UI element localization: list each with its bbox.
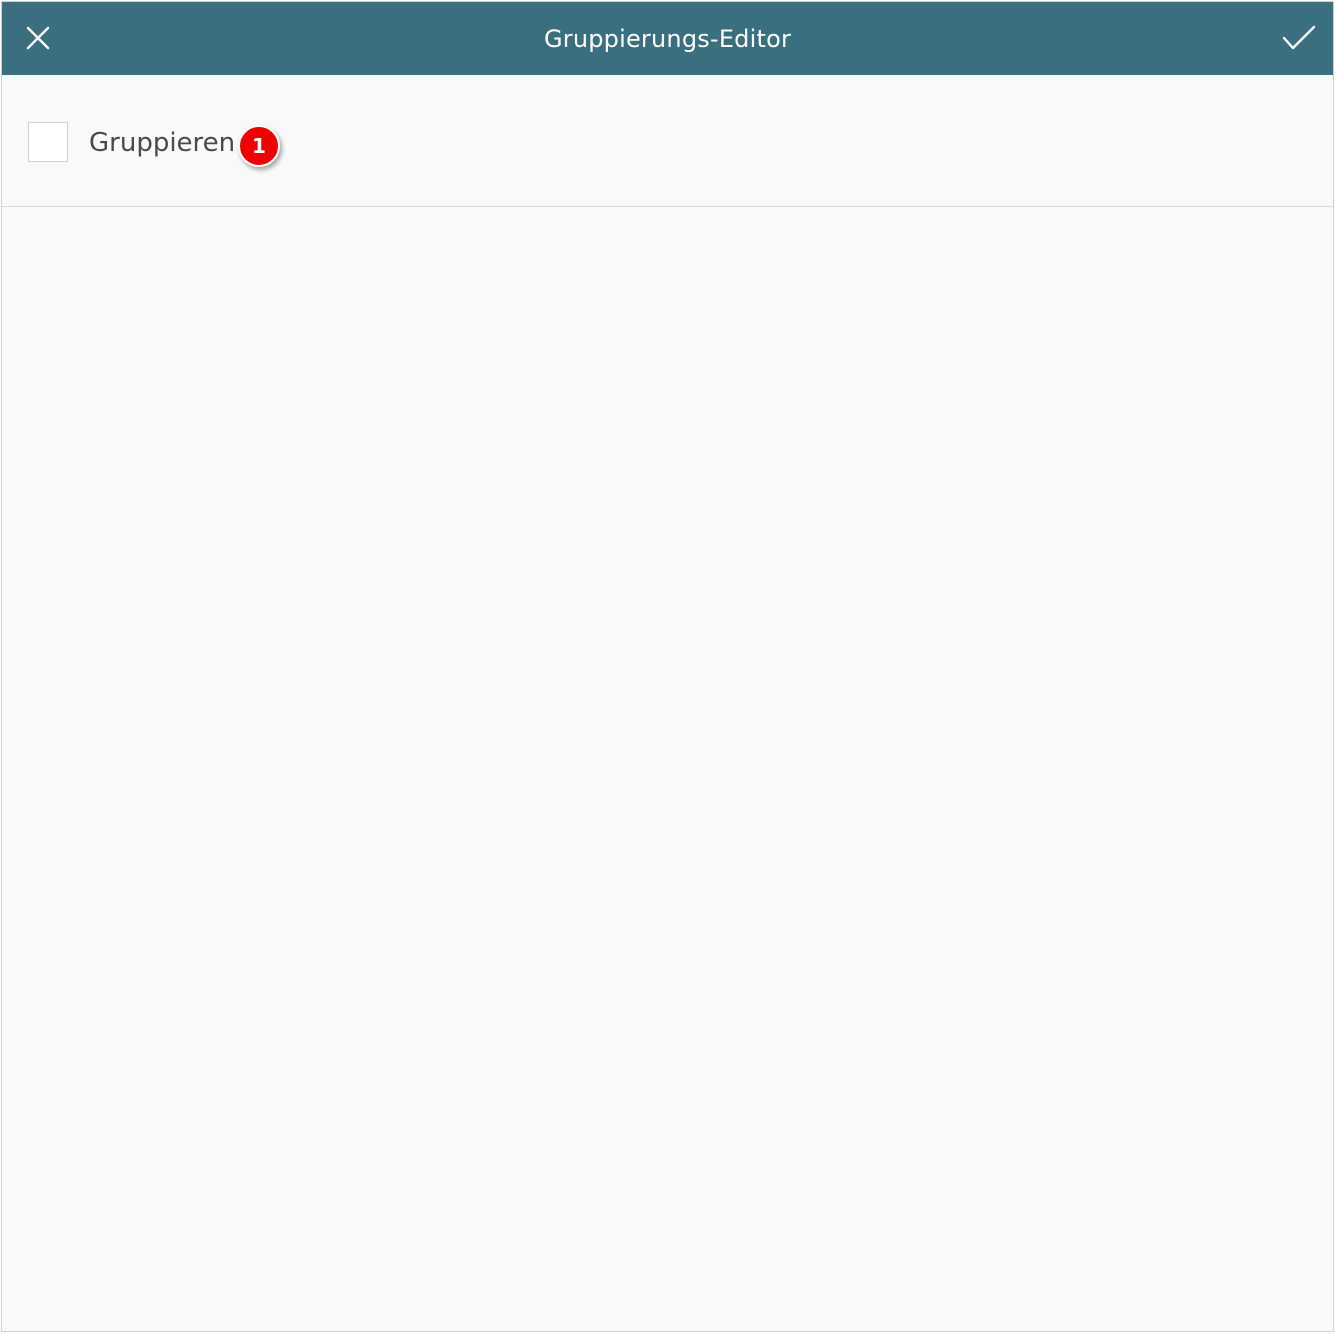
confirm-button[interactable] bbox=[1279, 18, 1319, 58]
close-button[interactable] bbox=[18, 18, 58, 58]
close-icon bbox=[26, 26, 50, 50]
group-option-row: Gruppieren 1 bbox=[2, 75, 1333, 207]
dialog-header: Gruppierungs-Editor bbox=[2, 2, 1333, 75]
annotation-badge: 1 bbox=[238, 125, 280, 167]
group-checkbox[interactable] bbox=[28, 122, 68, 162]
group-checkbox-label[interactable]: Gruppieren bbox=[89, 126, 235, 160]
dialog-title: Gruppierungs-Editor bbox=[543, 24, 792, 53]
grouping-editor-dialog: Gruppierungs-Editor Gruppieren 1 bbox=[1, 1, 1334, 1332]
checkmark-icon bbox=[1282, 25, 1316, 50]
